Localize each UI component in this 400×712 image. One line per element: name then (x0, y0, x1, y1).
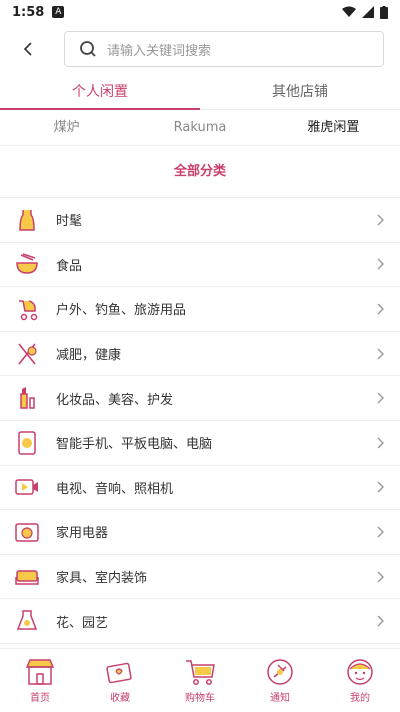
chevron-right-icon (377, 437, 384, 449)
search-icon (80, 41, 96, 57)
category-label: 智能手机、平板电脑、电脑 (56, 437, 213, 453)
search-row: 请输入关键词搜索 (0, 24, 400, 74)
all-categories-heading: 全部分类 (0, 146, 400, 198)
subtab-rakuma[interactable]: Rakuma (133, 110, 266, 145)
nav-label: 收藏 (110, 693, 130, 704)
nav-notifications[interactable]: 通知 (240, 649, 320, 712)
chevron-right-icon (377, 214, 384, 226)
category-label: 化妆品、美容、护发 (56, 392, 174, 408)
category-label: 家具、室内装饰 (56, 571, 148, 587)
food-bowl-icon (14, 251, 40, 277)
category-item-food[interactable]: 食品 (0, 243, 400, 288)
tab-other-shops[interactable]: 其他店铺 (200, 74, 400, 109)
category-item-outdoor[interactable]: 户外、钓鱼、旅游用品 (0, 287, 400, 332)
nav-label: 首页 (30, 693, 50, 704)
nav-label: 通知 (270, 693, 290, 704)
chevron-right-icon (377, 258, 384, 270)
category-label: 减肥，健康 (56, 348, 122, 364)
category-item-furniture[interactable]: 家具、室内装饰 (0, 555, 400, 600)
chevron-right-icon (377, 303, 384, 315)
signal-icon (362, 6, 374, 18)
nav-cart[interactable]: 购物车 (160, 649, 240, 712)
subtab-mercari[interactable]: 煤炉 (0, 110, 133, 145)
category-item-electronics[interactable]: 智能手机、平板电脑、电脑 (0, 421, 400, 466)
source-tabs: 煤炉 Rakuma 雅虎闲置 (0, 110, 400, 146)
category-list: 时髦 食品 户外、钓鱼、旅游用品 减肥，健康 化妆品、美容、护发 智能手机、平板… (0, 198, 400, 644)
nav-favorites[interactable]: 收藏 (80, 649, 160, 712)
cosmetics-icon (14, 385, 40, 411)
cart-icon (186, 660, 215, 685)
subtab-yahoo[interactable]: 雅虎闲置 (267, 110, 400, 145)
category-label: 家用电器 (56, 526, 109, 542)
category-item-appliances[interactable]: 家用电器 (0, 510, 400, 555)
category-item-av[interactable]: 电视、音响、照相机 (0, 466, 400, 511)
dna-icon (14, 341, 40, 367)
video-camera-icon (14, 474, 40, 500)
main-tabs: 个人闲置 其他店铺 (0, 74, 400, 110)
nav-label: 我的 (350, 693, 370, 704)
chevron-right-icon (377, 481, 384, 493)
category-label: 时髦 (56, 214, 83, 230)
back-button[interactable] (16, 37, 40, 61)
bottom-navigation: 首页 收藏 购物车 通知 我的 (0, 648, 400, 712)
category-label: 花、园艺 (56, 615, 109, 631)
category-label: 电视、音响、照相机 (56, 481, 174, 497)
profile-icon (347, 659, 373, 685)
status-time: 1:58 (12, 4, 45, 20)
chevron-left-icon (23, 42, 32, 56)
search-input[interactable]: 请输入关键词搜索 (64, 31, 384, 67)
chevron-right-icon (377, 348, 384, 360)
favorites-icon (106, 662, 132, 684)
phone-icon (14, 430, 40, 456)
battery-icon (380, 5, 388, 19)
category-item-gardening[interactable]: 花、园艺 (0, 599, 400, 644)
notification-a-icon: A (52, 6, 65, 18)
chevron-right-icon (377, 526, 384, 538)
storefront-icon (25, 659, 55, 685)
status-bar: 1:58 A (0, 0, 400, 24)
wifi-icon (342, 6, 356, 17)
active-tab-indicator (0, 108, 200, 110)
notification-icon (267, 659, 293, 685)
dress-icon (14, 207, 40, 233)
stroller-icon (14, 296, 40, 322)
category-item-cosmetics[interactable]: 化妆品、美容、护发 (0, 376, 400, 421)
appliance-icon (14, 519, 40, 545)
nav-profile[interactable]: 我的 (320, 649, 400, 712)
category-label: 食品 (56, 258, 83, 274)
category-label: 户外、钓鱼、旅游用品 (56, 303, 187, 319)
sofa-icon (14, 564, 40, 590)
category-item-health[interactable]: 减肥，健康 (0, 332, 400, 377)
chevron-right-icon (377, 571, 384, 583)
chevron-right-icon (377, 615, 384, 627)
nav-label: 购物车 (185, 693, 215, 704)
chevron-right-icon (377, 392, 384, 404)
category-item-fashion[interactable]: 时髦 (0, 198, 400, 243)
nav-home[interactable]: 首页 (0, 649, 80, 712)
search-placeholder: 请输入关键词搜索 (107, 43, 212, 59)
tab-personal-idle[interactable]: 个人闲置 (0, 74, 200, 109)
flower-pot-icon (14, 608, 40, 634)
